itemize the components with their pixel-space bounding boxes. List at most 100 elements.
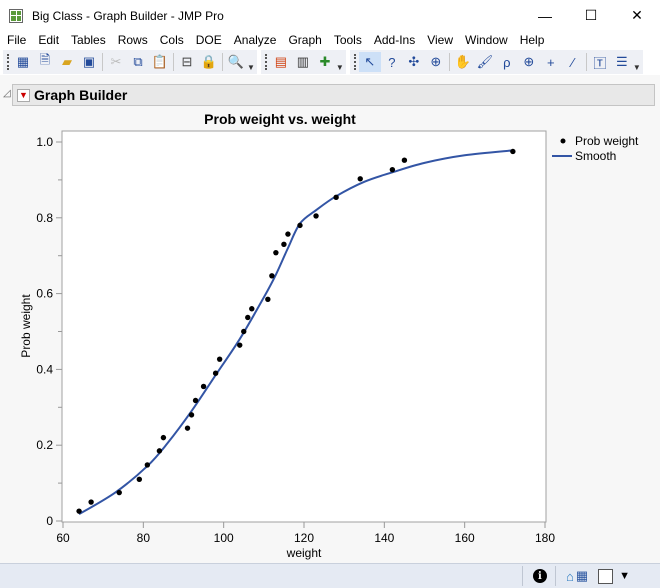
column-viewer-icon[interactable]: ▥ (292, 52, 314, 72)
y-tick-label: 0.4 (36, 362, 53, 376)
data-point[interactable] (216, 356, 223, 362)
data-point[interactable] (188, 412, 195, 418)
disclosure-triangle-icon[interactable]: ◿ (3, 88, 11, 99)
line-tool-icon[interactable]: ☰ (611, 52, 633, 72)
data-point[interactable] (116, 489, 122, 496)
data-point[interactable] (136, 476, 143, 483)
minimize-button[interactable]: — (522, 0, 568, 31)
target-tool-icon[interactable]: ⊕ (425, 52, 447, 72)
data-point[interactable] (237, 342, 243, 348)
legend-marker-icon (560, 138, 566, 144)
menu-add-ins[interactable]: Add-Ins (374, 33, 415, 47)
arrow-tool-icon[interactable]: ↖ (358, 52, 381, 72)
home-icon[interactable]: ⌂ (566, 569, 574, 584)
data-point[interactable] (313, 213, 319, 219)
hand-tool-icon[interactable]: ✋ (452, 52, 474, 72)
menu-file[interactable]: File (7, 33, 26, 47)
menu-tables[interactable]: Tables (71, 33, 106, 47)
x-axis-label[interactable]: weight (286, 546, 322, 560)
new-script-icon[interactable]: 🗎 (34, 52, 56, 72)
jmp-app-icon (9, 8, 23, 23)
legend-item-prob-weight[interactable]: Prob weight (575, 134, 639, 148)
x-tick-label: 60 (56, 531, 70, 545)
brush-tool-icon[interactable]: 🖌 (474, 52, 496, 72)
data-point[interactable] (156, 448, 163, 454)
y-tick-label: 0.8 (36, 211, 53, 225)
paste-icon[interactable]: 📋 (149, 52, 171, 72)
search-icon[interactable]: 🔍 (225, 52, 247, 72)
x-tick-label: 180 (535, 531, 555, 545)
data-point[interactable] (297, 222, 303, 229)
menu-cols[interactable]: Cols (160, 33, 184, 47)
red-triangle-menu-icon[interactable]: ▼ (17, 88, 30, 102)
info-icon[interactable]: i (532, 569, 547, 583)
lock-icon[interactable]: 🔒 (198, 52, 220, 72)
add-rows-icon[interactable]: ✚ (314, 52, 336, 72)
data-point[interactable] (273, 249, 279, 256)
data-point[interactable] (389, 166, 396, 173)
window-list-dropdown[interactable]: ▼ (619, 570, 630, 582)
toolbar-more-icon[interactable]: ▼ (247, 63, 255, 72)
zoom-tool-icon[interactable]: ⊕ (518, 52, 540, 72)
data-point[interactable] (269, 273, 275, 279)
cut-icon[interactable]: ✂ (105, 52, 127, 72)
menu-edit[interactable]: Edit (38, 33, 59, 47)
menu-view[interactable]: View (427, 33, 453, 47)
toolbar-more-icon[interactable]: ▼ (633, 63, 641, 72)
toolbar-grip[interactable] (264, 54, 268, 70)
data-point[interactable] (200, 383, 207, 390)
crosshair-tool-icon[interactable]: ✣ (403, 52, 425, 72)
toolbar-grip[interactable] (353, 54, 357, 70)
ruler-tool-icon[interactable]: ⁄ (562, 52, 584, 72)
save-icon[interactable]: ▣ (78, 52, 100, 72)
copy-icon[interactable]: ⧉ (127, 52, 149, 72)
legend-item-smooth[interactable]: Smooth (575, 149, 616, 163)
help-tool-icon[interactable]: ? (381, 52, 403, 72)
data-point[interactable] (357, 176, 363, 182)
x-tick-label: 160 (455, 531, 475, 545)
graph-builder-outline: ▼ Graph Builder (12, 84, 655, 106)
window-list-swatch[interactable] (598, 568, 614, 584)
menu-graph[interactable]: Graph (288, 33, 321, 47)
data-point[interactable] (160, 434, 167, 441)
data-table-view-icon[interactable]: ▤ (270, 52, 292, 72)
new-data-table-icon[interactable]: ▦ (12, 52, 34, 72)
menu-help[interactable]: Help (520, 33, 545, 47)
annotate-tool-icon[interactable]: 🅃 (589, 52, 611, 72)
data-point[interactable] (241, 328, 247, 335)
close-button[interactable]: ✕ (614, 0, 660, 31)
x-tick-label: 140 (374, 531, 394, 545)
plot-frame[interactable] (61, 130, 547, 523)
data-point[interactable] (184, 425, 191, 431)
data-point[interactable] (88, 499, 94, 505)
plus-tool-icon[interactable]: + (540, 52, 562, 72)
data-point[interactable] (76, 508, 82, 514)
x-tick-label: 80 (137, 531, 151, 545)
properties-icon[interactable]: ⊟ (176, 52, 198, 72)
data-point[interactable] (192, 397, 199, 404)
data-table-icon[interactable]: ▦ (576, 568, 588, 584)
menu-doe[interactable]: DOE (196, 33, 222, 47)
data-point[interactable] (144, 462, 151, 468)
status-bar: i ⌂ ▦ ▼ (0, 563, 660, 588)
data-point[interactable] (265, 296, 271, 302)
menu-tools[interactable]: Tools (334, 33, 362, 47)
toolbar-more-icon[interactable]: ▼ (336, 63, 344, 72)
toolbar: ▦ 🗎 ▰ ▣ ✂ ⧉ 📋 ⊟ 🔒 🔍 ▼ ▤ ▥ ✚ ▼ ↖ ? ✣ ⊕ ✋ … (0, 49, 660, 75)
data-point[interactable] (333, 194, 339, 201)
y-axis-label[interactable]: Prob weight (19, 294, 33, 358)
data-point[interactable] (401, 157, 408, 163)
menu-analyze[interactable]: Analyze (234, 33, 277, 47)
data-point[interactable] (212, 370, 219, 376)
open-folder-icon[interactable]: ▰ (56, 52, 78, 72)
menu-window[interactable]: Window (465, 33, 508, 47)
lasso-tool-icon[interactable]: ρ (496, 52, 518, 72)
data-point[interactable] (510, 148, 516, 155)
toolbar-grip[interactable] (7, 54, 10, 70)
data-point[interactable] (245, 314, 251, 321)
maximize-button[interactable]: ☐ (568, 0, 614, 31)
data-point[interactable] (249, 306, 255, 312)
data-point[interactable] (281, 241, 287, 248)
data-point[interactable] (285, 231, 291, 237)
menu-rows[interactable]: Rows (118, 33, 148, 47)
